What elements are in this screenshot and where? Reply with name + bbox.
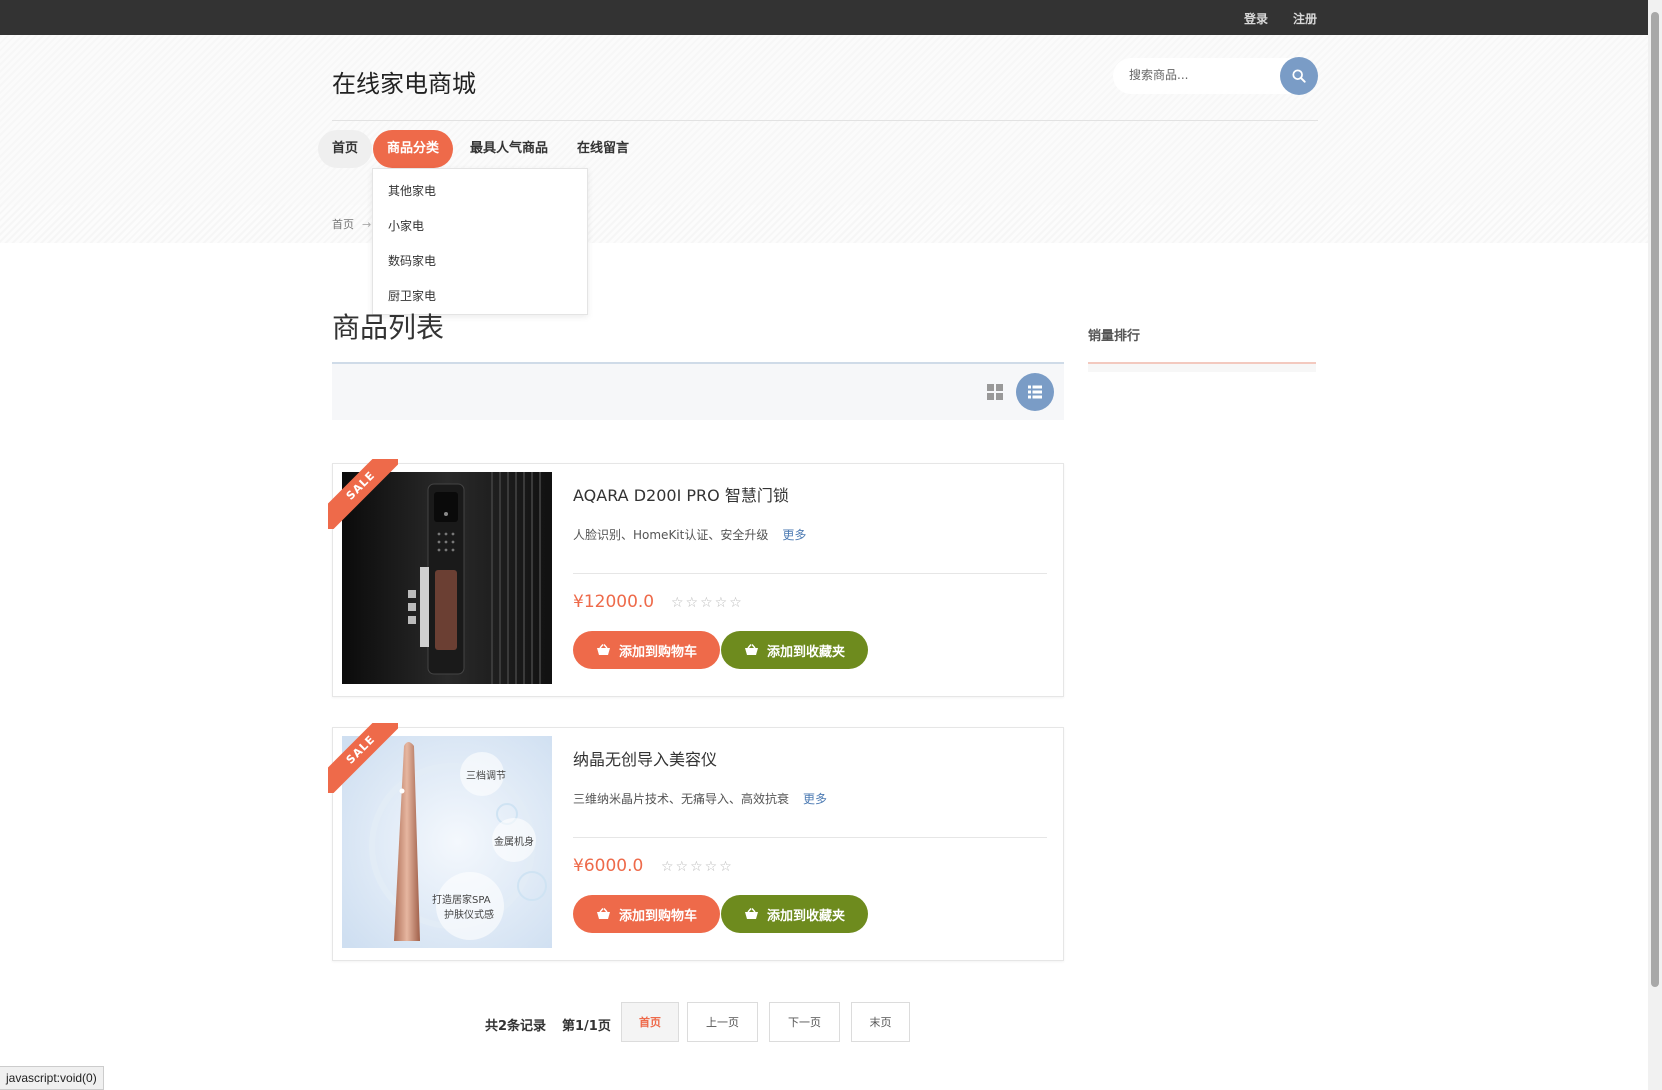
product-price: ¥12000.0 [573, 592, 655, 612]
grid-view-button[interactable] [986, 383, 1004, 401]
nav-item-popular[interactable]: 最具人气商品 [456, 130, 562, 168]
basket-icon [596, 644, 610, 655]
page-title: 商品列表 [332, 311, 445, 344]
more-link[interactable]: 更多 [782, 528, 806, 542]
add-to-favorites-button[interactable]: 添加到收藏夹 [721, 895, 868, 933]
scrollbar-thumb[interactable] [1651, 12, 1659, 987]
product-card: SALE AQARA D200I PRO 智慧门锁 人脸识别、HomeKit认证… [328, 459, 1064, 697]
add-to-cart-button[interactable]: 添加到购物车 [573, 631, 720, 669]
product-name[interactable]: 纳晶无创导入美容仪 [573, 746, 717, 770]
site-logo[interactable]: 在线家电商城 [332, 64, 476, 99]
rating-stars[interactable]: ☆☆☆☆☆ [671, 595, 744, 611]
page-indicator: 第1/1页 [562, 1019, 611, 1034]
search-icon [1292, 69, 1306, 83]
card-divider [573, 837, 1047, 838]
basket-icon [744, 908, 758, 919]
nav-item-message[interactable]: 在线留言 [563, 130, 643, 168]
grid-view-icon [987, 384, 1003, 400]
browser-status-bar: javascript:void(0) [0, 1066, 104, 1090]
image-label: 打造居家SPA [432, 895, 491, 906]
dropdown-item-other[interactable]: 其他家电 [388, 182, 436, 199]
product-price: ¥6000.0 [573, 856, 644, 876]
basket-icon [596, 908, 610, 919]
record-count: 共2条记录 [485, 1019, 547, 1034]
image-label: 三档调节 [466, 771, 506, 782]
last-page-button[interactable]: 末页 [851, 1002, 910, 1042]
search-input[interactable] [1129, 68, 1279, 82]
first-page-button[interactable]: 首页 [621, 1002, 679, 1042]
product-name[interactable]: AQARA D200I PRO 智慧门锁 [573, 482, 789, 506]
list-view-button[interactable] [1016, 373, 1054, 411]
sale-ribbon: SALE [328, 459, 398, 529]
register-link[interactable]: 注册 [1293, 10, 1317, 27]
rating-stars[interactable]: ☆☆☆☆☆ [661, 859, 734, 875]
breadcrumb-arrow-icon: → [362, 218, 372, 231]
product-description: 三维纳米晶片技术、无痛导入、高效抗衰 更多 [573, 792, 828, 806]
sale-ribbon: SALE [328, 723, 398, 793]
prev-page-button[interactable]: 上一页 [687, 1002, 758, 1042]
nav-item-home[interactable]: 首页 [318, 130, 373, 168]
sidebar-band [1088, 364, 1316, 372]
breadcrumb-background [0, 205, 1648, 243]
category-dropdown: 其他家电 小家电 数码家电 厨卫家电 [372, 168, 588, 315]
search-button[interactable] [1280, 57, 1318, 95]
top-bar: 登录 注册 [0, 0, 1648, 35]
image-label: 护肤仪式感 [444, 910, 494, 921]
search-box [1113, 58, 1303, 94]
product-card: 三档调节 金属机身 打造居家SPA 护肤仪式感 SALE 纳晶无创导入美容仪 三… [328, 723, 1064, 961]
breadcrumb: 首页 → [332, 216, 371, 232]
card-divider [573, 573, 1047, 574]
product-description: 人脸识别、HomeKit认证、安全升级 更多 [573, 528, 807, 542]
dropdown-item-kitchen[interactable]: 厨卫家电 [388, 287, 436, 304]
login-link[interactable]: 登录 [1244, 10, 1268, 27]
list-view-icon [1028, 385, 1042, 399]
dropdown-item-small[interactable]: 小家电 [388, 217, 424, 234]
page-scrollbar[interactable] [1648, 0, 1662, 1090]
basket-icon [744, 644, 758, 655]
more-link[interactable]: 更多 [803, 792, 827, 806]
header-divider [332, 120, 1318, 121]
nav-item-categories[interactable]: 商品分类 [373, 130, 454, 168]
sidebar-title: 销量排行 [1088, 329, 1141, 344]
add-to-favorites-button[interactable]: 添加到收藏夹 [721, 631, 868, 669]
view-toolbar [332, 364, 1064, 420]
image-label: 金属机身 [494, 837, 534, 848]
next-page-button[interactable]: 下一页 [769, 1002, 840, 1042]
breadcrumb-home[interactable]: 首页 [332, 218, 354, 231]
dropdown-item-digital[interactable]: 数码家电 [388, 252, 436, 269]
sidebar-underline [1088, 362, 1316, 364]
add-to-cart-button[interactable]: 添加到购物车 [573, 895, 720, 933]
